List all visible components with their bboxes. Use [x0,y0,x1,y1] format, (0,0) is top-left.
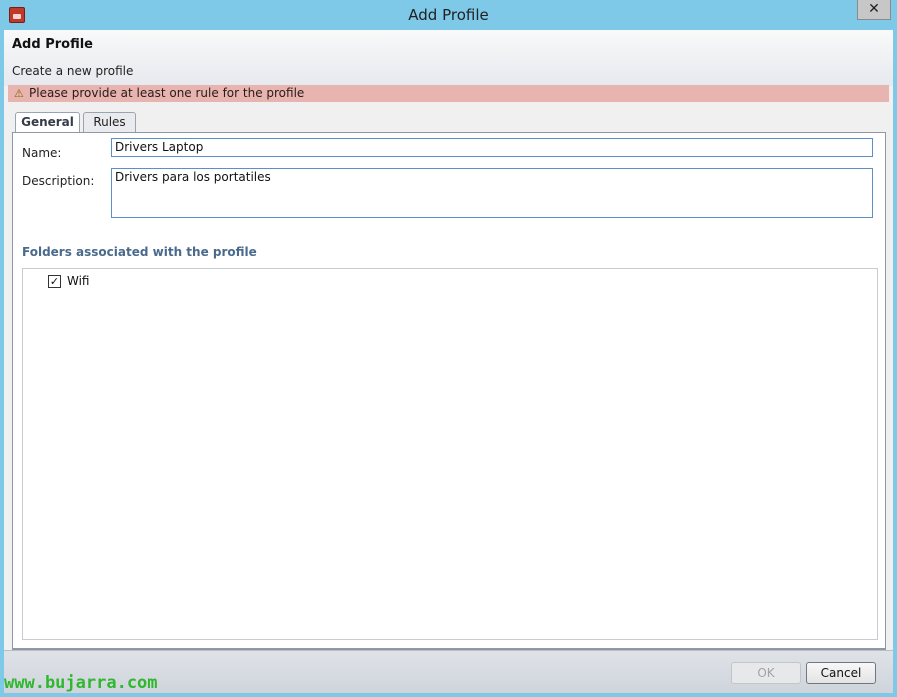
title-bar: Add Profile ✕ [0,0,897,30]
tab-rules[interactable]: Rules [83,112,136,132]
name-label: Name: [22,146,62,160]
general-tab-panel: Name: Drivers Laptop Description: Driver… [12,132,886,650]
ok-button[interactable]: OK [731,662,801,684]
dialog-title: Add Profile [12,37,93,52]
watermark: www.bujarra.com [4,673,158,693]
validation-warning: ⚠ Please provide at least one rule for t… [8,85,889,102]
dialog-header: Add Profile Create a new profile [4,30,893,86]
dialog-body: Add Profile Create a new profile ⚠ Pleas… [4,30,893,693]
cancel-button[interactable]: Cancel [806,662,876,684]
close-button[interactable]: ✕ [857,0,891,20]
dialog-subtitle: Create a new profile [12,64,134,78]
description-label: Description: [22,174,95,188]
folder-list[interactable]: ✓ Wifi [22,268,878,640]
tab-general[interactable]: General [15,112,80,133]
warning-triangle-icon: ⚠ [14,87,24,100]
description-field[interactable]: Drivers para los portatiles [111,168,873,218]
folder-label: Wifi [67,274,90,288]
wifi-checkbox[interactable]: ✓ [48,275,61,288]
folders-heading: Folders associated with the profile [22,245,257,259]
warning-text: Please provide at least one rule for the… [29,86,305,100]
name-field[interactable]: Drivers Laptop [111,138,873,157]
window-title: Add Profile [408,6,489,24]
